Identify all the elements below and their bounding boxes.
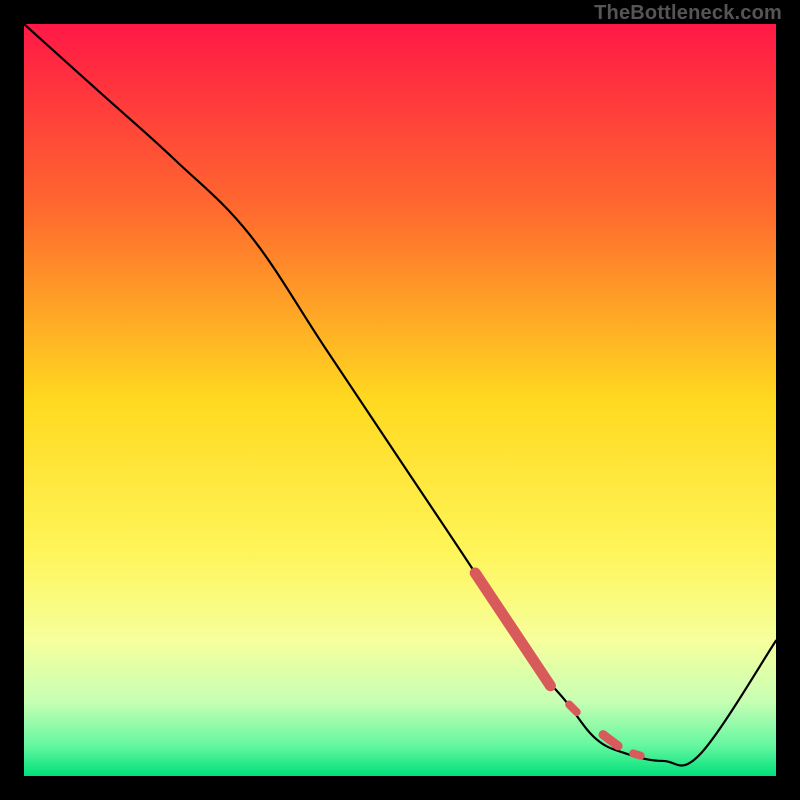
plot-area bbox=[24, 24, 776, 776]
watermark-text: TheBottleneck.com bbox=[594, 2, 782, 25]
highlight-segment bbox=[633, 753, 641, 755]
chart-container: TheBottleneck.com bbox=[0, 0, 800, 800]
chart-background bbox=[24, 24, 776, 776]
chart-svg bbox=[24, 24, 776, 776]
highlight-segment bbox=[569, 705, 577, 713]
